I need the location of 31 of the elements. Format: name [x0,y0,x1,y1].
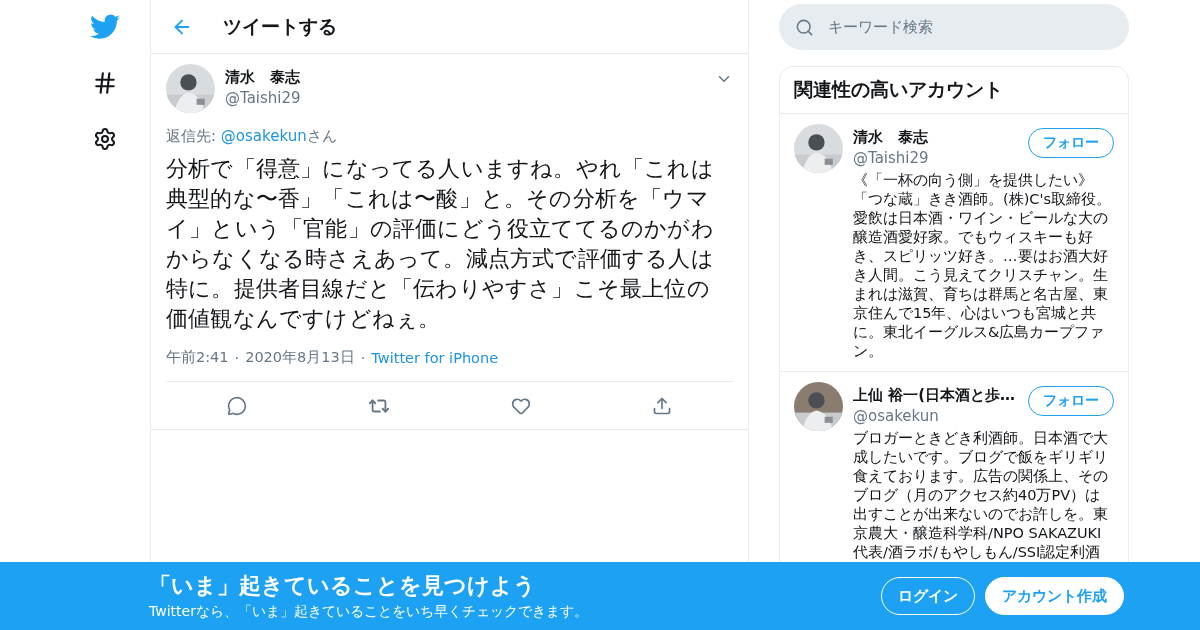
hashtag-icon[interactable] [92,70,118,96]
mention-link[interactable]: @osakekun [220,127,307,145]
author-handle: @Taishi29 [225,89,302,107]
follow-button[interactable]: フォロー [1028,386,1114,416]
account-bio: 《「一杯の向う側」を提供したい》「つな蔵」きき酒師。(株)C's取締役。愛飲は日本酒・ワイン・ビールな大の醸造酒愛好家。でもウィスキーも好き、スピリッツ好き。…要はお酒大好き人間。こう見えてクリスチャン。生まれは滋賀、育ちは群馬と名古屋、東京住んで15年、心はいつも宮城と共に。東北イーグルス&広島カープファン。 [853,171,1112,361]
tweet-text: 分析で「得意」になってる人いますね。やれ「これは典型的な〜香」「これは〜酸」と。その分析を「ウマイ」という「官能」の評価にどう役立ててるのかがわからなくなる時さえあって。減点方式で評価する人は特に。提供者目線だと「伝わりやすさ」こそ最上位の価値観なんですけどねぇ。 [166,155,715,333]
separator-dot: · [360,349,366,366]
signup-button[interactable]: アカウント作成 [985,577,1124,615]
tweet-time: 午前2:41 [166,348,229,367]
page-title: ツイートする [223,13,337,39]
author-name[interactable]: 清水 泰志 [225,68,705,87]
card-title: 関連性の高いアカウント [780,67,1128,114]
account-handle: @osakekun [853,407,940,425]
source-link[interactable]: Twitter for iPhone [371,349,499,366]
account-handle: @Taishi29 [853,149,930,167]
separator-dot: · [234,349,240,366]
account-name[interactable]: 上仙 裕一(日本酒と歩… [853,386,1022,405]
reply-to-text: 返信先: @osakekunさん [166,127,338,146]
share-icon[interactable] [652,395,673,416]
banner-subtitle: Twitterなら、「いま」起きていることをいち早くチェックできます。 [149,603,589,621]
settings-icon[interactable] [93,127,117,151]
tweet-date: 2020年8月13日 [245,348,355,367]
reply-icon[interactable] [226,395,247,416]
account-name[interactable]: 清水 泰志 [853,128,1022,147]
bird-icon[interactable] [90,14,120,40]
search-field[interactable]: キーワード検索 [779,4,1129,50]
search-icon [795,17,814,37]
follow-button[interactable]: フォロー [1028,128,1114,158]
account-bio: ブロガーときどき利酒師。日本酒で大成したいです。ブログで飯をギリギリ食えております。広告の関係上、そのブログ（月のアクセス約40万PV）は出すことが出来ないのでお許しを。東京農大・醸造科学科/NPO SAKAZUKI代表/酒ラボ/もやしもん/SSI認定利酒 [853,429,1109,562]
banner-title: 「いま」起きていることを見つけよう [149,572,537,600]
heart-icon[interactable] [511,395,532,416]
